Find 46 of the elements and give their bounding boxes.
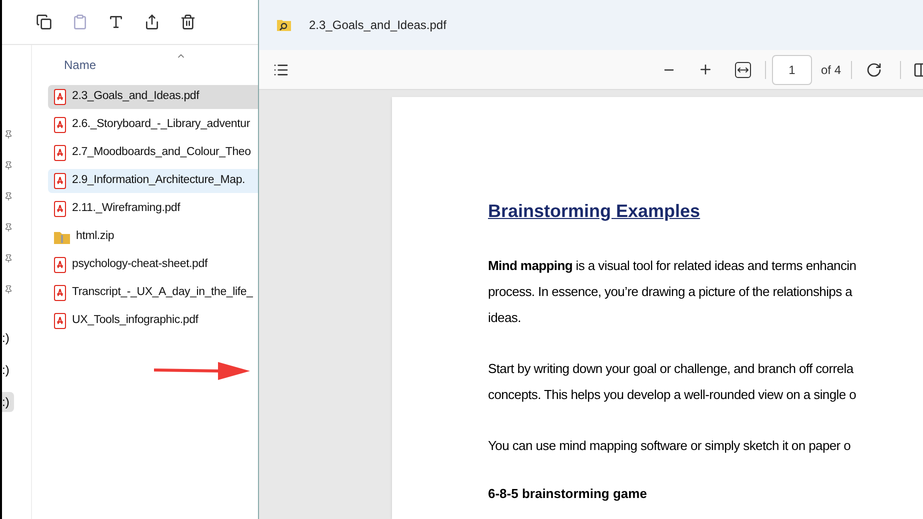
column-header[interactable]: Name xyxy=(48,56,96,74)
file-row[interactable]: 2.3_Goals_and_Ideas.pdf xyxy=(48,85,258,109)
pin-icon[interactable] xyxy=(4,254,13,263)
pdf-file-icon xyxy=(54,145,66,161)
contents-menu-icon[interactable] xyxy=(273,62,289,78)
pdf-file-icon xyxy=(54,257,66,273)
pin-icon[interactable] xyxy=(4,285,13,294)
page-number-field[interactable]: 1 xyxy=(772,54,812,84)
pin-icon[interactable] xyxy=(4,192,13,201)
pin-icon[interactable] xyxy=(4,223,13,232)
share-icon[interactable] xyxy=(144,14,160,30)
file-row[interactable]: html.zip xyxy=(48,225,258,249)
delete-icon[interactable] xyxy=(180,14,196,30)
file-row[interactable]: UX_Tools_infographic.pdf xyxy=(48,309,258,333)
fit-width-icon[interactable] xyxy=(734,62,751,78)
copy-icon[interactable] xyxy=(36,14,52,30)
page-count: of 4 xyxy=(820,62,841,78)
body-paragraph: You can use mind mapping software or simply sketch it on paper o xyxy=(488,437,851,455)
rename-icon[interactable] xyxy=(108,14,124,30)
pdf-file-icon xyxy=(54,201,66,217)
pdf-file-icon xyxy=(54,313,66,329)
drive-item[interactable]: :) xyxy=(2,328,14,348)
pdf-file-icon xyxy=(54,117,66,133)
clipboard-icon[interactable] xyxy=(72,14,88,30)
window-title: 2.3_Goals_and_Ideas.pdf xyxy=(309,17,446,34)
pdf-file-icon xyxy=(54,173,66,189)
body-paragraph: Mind mapping is a visual tool for related ideas and terms enhancin process. In essence, you’re drawing a picture of the relationships a ideas. xyxy=(488,257,856,327)
pin-icon[interactable] xyxy=(4,130,13,139)
section-heading: 6-8-5 brainstorming game xyxy=(488,485,647,503)
file-row[interactable]: 2.7_Moodboards_and_Colour_Theo xyxy=(48,141,258,165)
file-row[interactable]: Transcript_-_UX_A_day_in_the_life_ xyxy=(48,281,258,305)
page-heading: Brainstorming Examples xyxy=(488,200,700,223)
zip-folder-icon xyxy=(54,230,70,244)
pdf-file-icon xyxy=(54,89,66,105)
body-paragraph: Start by writing down your goal or challenge, and branch off correla concepts. This helps you develop a well-rounded view on a single o xyxy=(488,360,856,404)
zoom-in-icon[interactable] xyxy=(698,62,713,77)
pdf-file-icon xyxy=(54,285,66,301)
file-row[interactable]: 2.6._Storyboard_-_Library_adventur xyxy=(48,113,258,137)
file-row[interactable]: psychology-cheat-sheet.pdf xyxy=(48,253,258,277)
file-row[interactable]: 2.9_Information_Architecture_Map. xyxy=(48,169,258,193)
folder-search-icon xyxy=(277,19,291,31)
file-row[interactable]: 2.11._Wireframing.pdf xyxy=(48,197,258,221)
rotate-icon[interactable] xyxy=(866,62,882,78)
drive-item[interactable]: :) xyxy=(2,392,14,412)
drive-item[interactable]: :) xyxy=(2,360,14,380)
pin-icon[interactable] xyxy=(4,161,13,170)
